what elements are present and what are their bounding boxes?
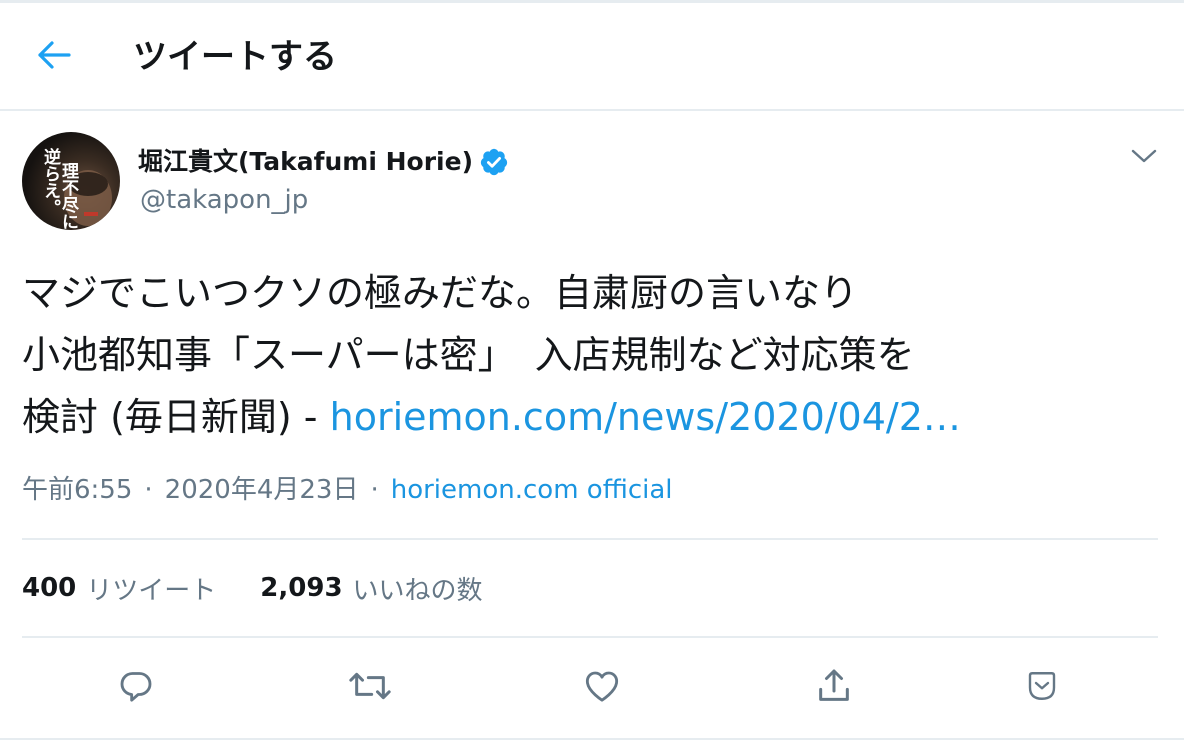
bottom-border [0,738,1184,740]
tweet-source-link[interactable]: horiemon.com official [391,470,673,510]
tweet-time[interactable]: 午前6:55 [22,470,132,510]
retweets-count: 400 [22,573,77,603]
chevron-down-icon [1131,148,1157,168]
more-actions-button[interactable] [1014,660,1070,716]
avatar-text: 理不尽に [58,162,79,230]
tweet-date[interactable]: 2020年4月23日 [165,470,359,510]
author-name[interactable]: 堀江貴文(Takafumi Horie) [138,144,473,180]
page-header: ツイートする [0,3,1184,111]
retweet-button[interactable] [342,660,398,716]
tweet-text-line: 小池都知事「スーパーは密」 入店規制など対応策を [22,333,915,377]
tweet-text: マジでこいつクソの極みだな。自粛厨の言いなり 小池都知事「スーパーは密」 入店規… [22,262,1162,448]
tweet-menu-button[interactable] [1122,136,1166,180]
likes-label: いいねの数 [352,575,483,606]
tweet-link[interactable]: horiemon.com/news/2020/04/2… [330,395,961,439]
avatar-text: 逆らえ。 [40,147,61,216]
meta-separator: · [144,475,153,505]
tweet-stats: 400 リツイート 2,093 いいねの数 [22,568,527,608]
chevron-down-box-icon [1024,668,1060,708]
reply-icon [116,666,156,710]
meta-separator: · [370,475,379,505]
avatar[interactable]: 理不尽に 逆らえ。 [22,132,120,230]
share-icon [814,666,854,710]
likes-count: 2,093 [260,573,343,603]
back-button[interactable] [30,33,78,81]
tweet-text-line: マジでこいつクソの極みだな。自粛厨の言いなり [22,271,859,315]
reply-button[interactable] [108,660,164,716]
author-handle[interactable]: @takapon_jp [140,182,308,218]
like-button[interactable] [574,660,630,716]
author-name-row[interactable]: 堀江貴文(Takafumi Horie) [138,142,509,182]
page-title: ツイートする [133,37,337,77]
divider [22,538,1158,540]
tweet-text-prefix: 検討 (毎日新聞) - [22,395,330,439]
share-button[interactable] [806,660,862,716]
heart-icon [581,666,623,710]
arrow-left-icon [37,40,71,74]
likes-stat[interactable]: 2,093 いいねの数 [260,570,482,607]
verified-badge-icon [479,147,509,177]
retweets-stat[interactable]: 400 リツイート [22,570,216,607]
divider [22,636,1158,638]
tweet-meta: 午前6:55 · 2020年4月23日 · horiemon.com offic… [22,470,673,510]
retweets-label: リツイート [86,575,217,606]
tweet-text-line: 検討 (毎日新聞) - horiemon.com/news/2020/04/2… [22,386,1162,448]
retweet-icon [348,666,392,710]
